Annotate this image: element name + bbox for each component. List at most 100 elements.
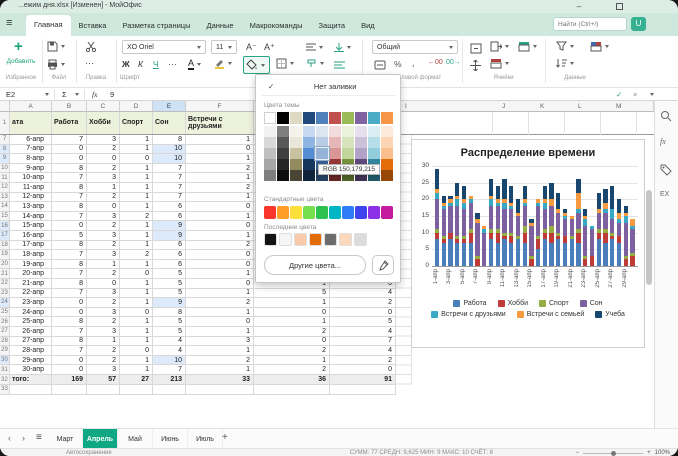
value-cell[interactable]: 0 bbox=[52, 221, 87, 231]
font-color-button[interactable]: А bbox=[188, 58, 201, 70]
value-cell[interactable]: 1 bbox=[254, 317, 330, 327]
header-cell-Спорт[interactable]: Спорт bbox=[120, 112, 153, 135]
value-cell[interactable]: 8 bbox=[52, 183, 87, 193]
value-cell[interactable]: 8 bbox=[52, 317, 87, 327]
value-cell[interactable]: 2 bbox=[87, 241, 120, 251]
value-cell[interactable]: 0 bbox=[330, 365, 396, 375]
value-cell[interactable]: 0 bbox=[186, 221, 254, 231]
bar-29-апр[interactable] bbox=[624, 206, 628, 266]
select-all-corner[interactable] bbox=[0, 101, 10, 112]
value-cell[interactable]: 7 bbox=[153, 193, 186, 203]
row-gutter-7[interactable]: 7 bbox=[0, 135, 10, 145]
value-cell[interactable]: 7 bbox=[153, 365, 186, 375]
value-cell[interactable]: 8 bbox=[52, 260, 87, 270]
value-cell[interactable]: 9 bbox=[153, 221, 186, 231]
value-cell[interactable]: 1 bbox=[186, 365, 254, 375]
theme-tint-swatch[interactable] bbox=[303, 170, 315, 181]
row-gutter-31[interactable]: 31 bbox=[0, 365, 10, 375]
bar-28-апр[interactable] bbox=[617, 199, 621, 266]
legend-item-Сон[interactable]: Сон bbox=[580, 300, 603, 307]
value-cell[interactable]: 1 bbox=[186, 173, 254, 183]
bar-21-апр[interactable] bbox=[570, 216, 574, 266]
standard-color-swatch[interactable] bbox=[264, 206, 276, 219]
row-gutter-20[interactable]: 20 bbox=[0, 260, 10, 270]
value-cell[interactable]: 1 bbox=[120, 327, 153, 337]
value-cell[interactable]: 1 bbox=[254, 356, 330, 366]
value-cell[interactable]: 1 bbox=[120, 173, 153, 183]
align-button[interactable] bbox=[306, 43, 323, 52]
theme-tint-swatch[interactable] bbox=[290, 159, 302, 170]
fx-icon[interactable]: fx bbox=[92, 90, 97, 99]
empty-cell[interactable] bbox=[87, 385, 120, 395]
value-cell[interactable]: 4 bbox=[330, 346, 396, 356]
sort-button[interactable] bbox=[556, 58, 574, 69]
date-cell[interactable]: 22-апр bbox=[10, 289, 52, 299]
merge-cells-button[interactable] bbox=[470, 41, 482, 59]
value-cell[interactable]: 0 bbox=[87, 154, 120, 164]
empty-cell[interactable] bbox=[186, 385, 254, 395]
vertical-align-button[interactable] bbox=[334, 43, 351, 52]
value-cell[interactable]: 10 bbox=[153, 154, 186, 164]
theme-color-swatch[interactable] bbox=[277, 112, 289, 124]
value-cell[interactable]: 5 bbox=[153, 269, 186, 279]
date-cell[interactable]: 9-апр bbox=[10, 164, 52, 174]
theme-tint-swatch[interactable] bbox=[290, 148, 302, 159]
value-cell[interactable]: 4 bbox=[330, 327, 396, 337]
bar-11-апр[interactable] bbox=[502, 179, 506, 266]
percent-format-button[interactable]: % bbox=[394, 59, 402, 69]
value-cell[interactable]: 2 bbox=[87, 164, 120, 174]
formula-value[interactable]: 9 bbox=[110, 90, 114, 99]
value-cell[interactable]: 1 bbox=[87, 337, 120, 347]
date-cell[interactable]: 8-апр bbox=[10, 154, 52, 164]
name-box-chevron-icon[interactable] bbox=[45, 93, 49, 96]
value-cell[interactable]: 1 bbox=[186, 289, 254, 299]
standard-color-swatch[interactable] bbox=[368, 206, 380, 219]
column-header-A[interactable]: A bbox=[10, 101, 52, 112]
value-cell[interactable]: 2 bbox=[254, 346, 330, 356]
bar-14-апр[interactable] bbox=[523, 186, 527, 266]
bar-23-апр[interactable] bbox=[583, 209, 587, 266]
menu-tab-Разметка страницы[interactable]: Разметка страницы bbox=[114, 16, 198, 36]
value-cell[interactable]: 7 bbox=[52, 173, 87, 183]
bar-16-апр[interactable] bbox=[536, 199, 540, 266]
value-cell[interactable]: 0 bbox=[87, 202, 120, 212]
insert-cells-button[interactable] bbox=[490, 41, 509, 52]
macros-tool-icon[interactable]: ЕХ bbox=[660, 191, 669, 198]
empty-cell[interactable] bbox=[153, 385, 186, 395]
value-cell[interactable]: 4 bbox=[153, 337, 186, 347]
value-cell[interactable]: 1 bbox=[186, 193, 254, 203]
totals-label-cell[interactable]: того: bbox=[10, 375, 52, 385]
value-cell[interactable]: 0 bbox=[330, 308, 396, 318]
theme-tint-swatch[interactable] bbox=[329, 137, 341, 148]
theme-tint-swatch[interactable] bbox=[277, 170, 289, 181]
bar-18-апр[interactable] bbox=[549, 183, 553, 266]
increase-decimal-button[interactable]: 00→ bbox=[446, 59, 461, 66]
value-cell[interactable]: 2 bbox=[330, 298, 396, 308]
row-gutter-30[interactable]: 30 bbox=[0, 356, 10, 366]
value-cell[interactable]: 5 bbox=[153, 317, 186, 327]
theme-color-swatch[interactable] bbox=[368, 112, 380, 124]
menu-tab-Защита[interactable]: Защита bbox=[311, 16, 354, 36]
value-cell[interactable]: 0 bbox=[186, 260, 254, 270]
highlight-color-button[interactable] bbox=[214, 58, 232, 69]
bar-17-апр[interactable] bbox=[543, 186, 547, 266]
bar-7-апр[interactable] bbox=[475, 213, 479, 266]
add-favorite-label[interactable]: Добавить bbox=[0, 58, 42, 65]
theme-tint-swatch[interactable] bbox=[290, 126, 302, 137]
empty-cell[interactable] bbox=[120, 385, 153, 395]
value-cell[interactable]: 1 bbox=[254, 298, 330, 308]
value-cell[interactable]: 8 bbox=[52, 202, 87, 212]
theme-tint-swatch[interactable] bbox=[381, 148, 393, 159]
theme-tint-swatch[interactable] bbox=[316, 126, 328, 137]
value-cell[interactable]: 0 bbox=[120, 269, 153, 279]
increase-font-button[interactable]: А⁺ bbox=[264, 42, 275, 53]
next-sheet-button[interactable]: › bbox=[22, 433, 25, 443]
more-colors-button[interactable]: Другие цвета... bbox=[264, 255, 366, 275]
bar-1-апр[interactable] bbox=[435, 169, 439, 266]
date-cell[interactable]: 21-апр bbox=[10, 279, 52, 289]
vertical-scrollbar[interactable] bbox=[646, 190, 652, 285]
menu-tab-Вставка[interactable]: Вставка bbox=[71, 16, 115, 36]
no-fill-option[interactable]: ✓ Нет заливки bbox=[262, 78, 396, 96]
row-gutter-22[interactable]: 22 bbox=[0, 279, 10, 289]
theme-tint-swatch[interactable] bbox=[381, 159, 393, 170]
